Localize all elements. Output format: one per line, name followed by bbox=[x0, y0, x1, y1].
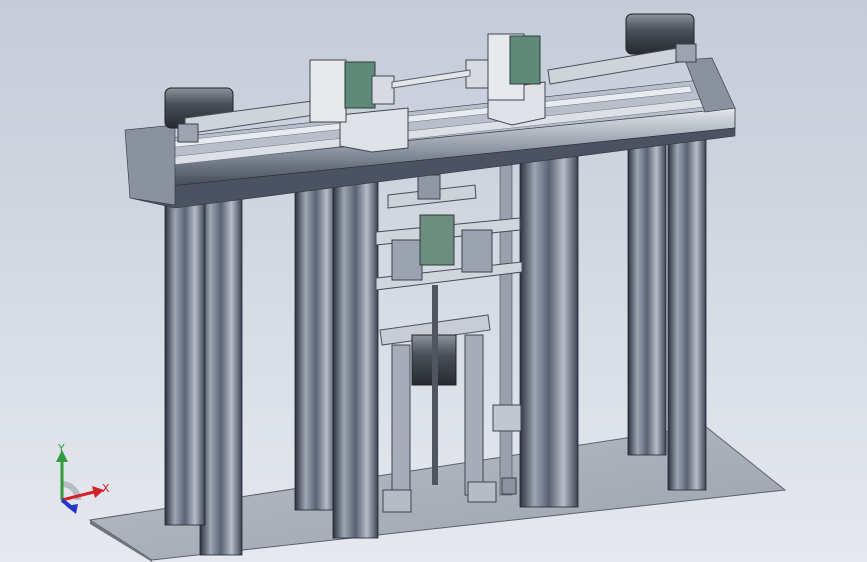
rod-slider bbox=[492, 404, 522, 432]
top-frame-side-left bbox=[124, 124, 176, 206]
x-axis-label: X bbox=[102, 482, 110, 495]
y-axis-label: Y bbox=[57, 442, 65, 455]
center-column bbox=[519, 154, 579, 508]
mid-block-right bbox=[461, 229, 493, 273]
carriage-left-clamp bbox=[371, 75, 395, 105]
guide-rod bbox=[499, 164, 513, 496]
post-back-center bbox=[294, 179, 338, 511]
center-shaft bbox=[391, 69, 471, 89]
mid-coupler bbox=[419, 214, 455, 266]
lead-screw bbox=[432, 285, 438, 485]
carriage-left-bracket bbox=[309, 59, 347, 123]
foot-right bbox=[467, 481, 497, 503]
post-front-center bbox=[332, 179, 379, 539]
post-back-right-a bbox=[627, 134, 667, 456]
mid-block-left bbox=[391, 239, 423, 281]
carriage-left-block bbox=[344, 61, 376, 109]
carriage-left-plate bbox=[339, 107, 409, 153]
post-back-right-b bbox=[667, 134, 707, 491]
cad-viewport[interactable]: Y X bbox=[0, 0, 867, 562]
coordinate-triad: Y X bbox=[40, 440, 120, 520]
rod-foot bbox=[501, 477, 517, 495]
assembly-model[interactable] bbox=[0, 0, 867, 562]
carriage-right-block bbox=[509, 35, 541, 85]
actuator-right-gearbox bbox=[675, 43, 697, 63]
top-small-block bbox=[417, 174, 441, 200]
foot-left bbox=[382, 489, 412, 513]
lower-frame-right bbox=[464, 334, 484, 496]
actuator-right-body bbox=[547, 45, 693, 85]
post-back-left bbox=[199, 189, 243, 556]
post-front-left bbox=[164, 194, 206, 526]
lower-frame-left bbox=[391, 344, 411, 506]
actuator-left-gearbox bbox=[177, 123, 199, 143]
